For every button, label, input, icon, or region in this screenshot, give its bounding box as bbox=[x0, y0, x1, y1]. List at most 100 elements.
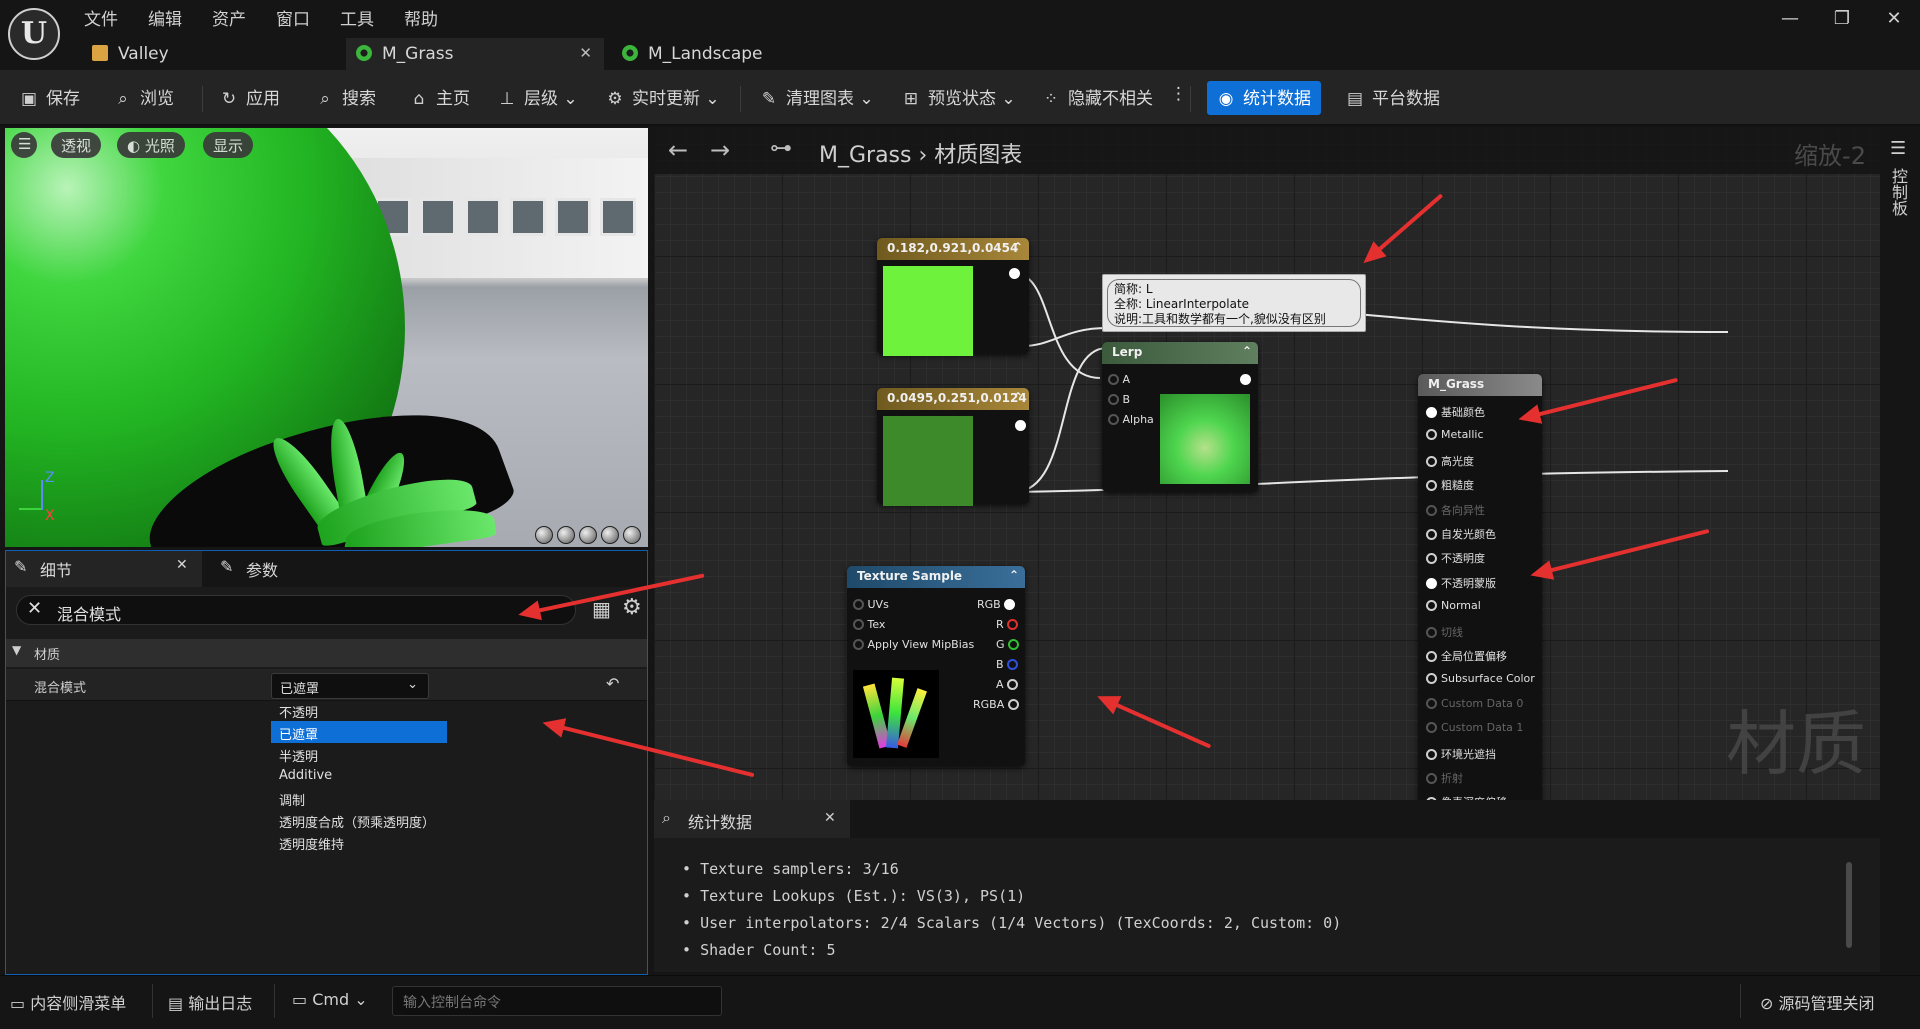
unreal-logo[interactable]: U bbox=[8, 8, 60, 60]
result-pin[interactable]: 基础颜色 bbox=[1426, 404, 1485, 420]
texture-sample-node[interactable]: Texture Sample ⌃ UVs Tex Apply View MipBi… bbox=[847, 566, 1025, 766]
stats-button[interactable]: ◉ 统计数据 bbox=[1207, 81, 1321, 115]
home-button[interactable]: ⌂ 主页 bbox=[408, 84, 470, 114]
pin-g[interactable]: G bbox=[996, 638, 1020, 651]
material-result-node[interactable]: M_Grass 基础颜色 Metallic 高光度 粗糙度 各向异性 自发光颜色 不透明度不… bbox=[1418, 374, 1542, 800]
pin-alpha[interactable]: Alpha bbox=[1108, 413, 1154, 426]
collapse-icon[interactable]: ⌃ bbox=[1013, 240, 1023, 254]
pin-a[interactable]: A bbox=[1108, 373, 1130, 386]
result-pin[interactable]: 不透明度 bbox=[1426, 550, 1485, 566]
result-pin[interactable]: Subsurface Color bbox=[1426, 672, 1535, 685]
close-window-button[interactable]: ✕ bbox=[1874, 8, 1914, 29]
pin-b[interactable]: B bbox=[996, 658, 1019, 671]
blend-option[interactable]: 调制 bbox=[271, 787, 451, 809]
console-command-input[interactable]: 输入控制台命令 bbox=[392, 986, 722, 1016]
show-button[interactable]: 显示 bbox=[203, 132, 254, 158]
pin-r[interactable]: R bbox=[996, 618, 1019, 631]
preview-state-button[interactable]: ⊞ 预览状态 ⌄ bbox=[900, 84, 1016, 114]
blend-option[interactable]: 半透明 bbox=[271, 743, 451, 765]
result-pin[interactable]: Custom Data 1 bbox=[1426, 721, 1523, 734]
pin-apply-view-mipbias[interactable]: Apply View MipBias bbox=[853, 638, 974, 651]
settings-gear-icon[interactable]: ⚙ bbox=[622, 595, 642, 620]
tab-m-landscape[interactable]: M_Landscape bbox=[612, 38, 872, 70]
pin-rgba[interactable]: RGBA bbox=[973, 698, 1019, 711]
pin-uvs[interactable]: UVs bbox=[853, 598, 889, 611]
close-tab-icon[interactable]: ✕ bbox=[579, 44, 592, 62]
blend-mode-select[interactable]: 已遮罩 ⌄ bbox=[271, 673, 429, 699]
close-tab-icon[interactable]: ✕ bbox=[824, 810, 836, 826]
clear-search-icon[interactable]: ✕ bbox=[27, 598, 42, 619]
perspective-button[interactable]: 透视 bbox=[51, 132, 102, 158]
viewport-menu-button[interactable]: ☰ bbox=[11, 132, 37, 158]
apply-button[interactable]: ↻ 应用 bbox=[218, 84, 280, 114]
pin-a[interactable]: A bbox=[996, 678, 1019, 691]
pin-tex[interactable]: Tex bbox=[853, 618, 885, 631]
stats-scrollbar[interactable] bbox=[1846, 862, 1852, 948]
menu-asset[interactable]: 资产 bbox=[212, 5, 246, 30]
preview-sphere-icon[interactable] bbox=[557, 526, 575, 544]
pin-b[interactable]: B bbox=[1108, 393, 1130, 406]
menu-window[interactable]: 窗口 bbox=[276, 5, 310, 30]
restore-button[interactable]: ❐ bbox=[1822, 8, 1862, 29]
result-pin[interactable]: Normal bbox=[1426, 599, 1481, 612]
preview-cube-icon[interactable] bbox=[601, 526, 619, 544]
result-pin[interactable]: 切线 bbox=[1426, 624, 1463, 640]
palette-list-icon[interactable]: ☰ bbox=[1890, 138, 1906, 159]
material-graph[interactable]: ← → ⊶ M_Grass › 材质图表 缩放-2 0.182,0.921,0.… bbox=[654, 128, 1880, 800]
result-pin[interactable]: 粗糙度 bbox=[1426, 477, 1474, 493]
menu-file[interactable]: 文件 bbox=[84, 5, 118, 30]
preview-mesh-icon[interactable] bbox=[623, 526, 641, 544]
result-pin[interactable]: 高光度 bbox=[1426, 453, 1474, 469]
more-options-button[interactable]: ⋮ bbox=[1170, 84, 1187, 114]
collapse-icon[interactable]: ⌃ bbox=[1013, 390, 1023, 404]
tab-stats[interactable]: ⌕ 统计数据 ✕ bbox=[654, 800, 850, 838]
preview-plane-icon[interactable] bbox=[579, 526, 597, 544]
menu-edit[interactable]: 编辑 bbox=[148, 5, 182, 30]
blend-option[interactable]: 不透明 bbox=[271, 699, 451, 721]
output-pin[interactable] bbox=[1240, 373, 1251, 386]
browse-button[interactable]: ⌕ 浏览 bbox=[112, 84, 174, 114]
save-button[interactable]: ▣ 保存 bbox=[18, 84, 80, 114]
collapse-icon[interactable]: ⌃ bbox=[1009, 568, 1019, 582]
lerp-node[interactable]: Lerp ⌃ A B Alpha bbox=[1102, 342, 1258, 492]
source-control-button[interactable]: ⊘ 源码管理关闭 bbox=[1760, 990, 1875, 1014]
output-pin[interactable] bbox=[1015, 419, 1026, 432]
constant3-node-2[interactable]: 0.0495,0.251,0.0124 ⌃ bbox=[877, 388, 1029, 506]
category-material[interactable]: ▼ 材质 bbox=[6, 639, 647, 667]
result-pin[interactable]: Custom Data 0 bbox=[1426, 697, 1523, 710]
palette-tab[interactable]: 控制板 bbox=[1889, 168, 1910, 216]
menu-help[interactable]: 帮助 bbox=[404, 5, 438, 30]
tab-m-grass[interactable]: M_Grass ✕ bbox=[346, 38, 604, 70]
collapse-icon[interactable]: ⌃ bbox=[1242, 344, 1252, 358]
result-pin[interactable]: 不透明蒙版 bbox=[1426, 575, 1496, 591]
tab-parameters[interactable]: ✎ 参数 bbox=[214, 551, 334, 587]
output-log-button[interactable]: ▤ 输出日志 bbox=[168, 990, 252, 1014]
menu-tools[interactable]: 工具 bbox=[340, 5, 374, 30]
content-drawer-button[interactable]: ▭ 内容侧滑菜单 bbox=[10, 990, 126, 1014]
blend-option-selected[interactable]: 已遮罩 bbox=[271, 721, 447, 743]
blend-option[interactable]: 透明度维持 bbox=[271, 831, 451, 853]
result-pin[interactable]: 全局位置偏移 bbox=[1426, 648, 1507, 664]
hide-unrelated-button[interactable]: ⁘ 隐藏不相关 bbox=[1040, 84, 1153, 114]
output-pin[interactable] bbox=[1009, 267, 1020, 280]
cmd-dropdown[interactable]: ▭ Cmd ⌄ bbox=[292, 990, 368, 1009]
platform-stats-button[interactable]: ▤ 平台数据 bbox=[1344, 84, 1440, 114]
live-update-button[interactable]: ⚙ 实时更新 ⌄ bbox=[604, 84, 719, 114]
minimize-button[interactable]: — bbox=[1770, 8, 1810, 29]
clean-graph-button[interactable]: ✎ 清理图表 ⌄ bbox=[758, 84, 874, 114]
result-pin[interactable]: 折射 bbox=[1426, 770, 1463, 786]
blend-option[interactable]: Additive bbox=[271, 765, 451, 787]
preview-cylinder-icon[interactable] bbox=[535, 526, 553, 544]
tab-details[interactable]: ✎ 细节 ✕ bbox=[6, 551, 202, 587]
hierarchy-button[interactable]: ⊥ 层级 ⌄ bbox=[496, 84, 578, 114]
constant3-node-1[interactable]: 0.182,0.921,0.0454 ⌃ bbox=[877, 238, 1029, 356]
lit-button[interactable]: ◐ 光照 bbox=[117, 132, 185, 158]
blend-option[interactable]: 透明度合成（预乘透明度） bbox=[271, 809, 471, 831]
reset-to-default-icon[interactable]: ↶ bbox=[606, 674, 619, 693]
close-tab-icon[interactable]: ✕ bbox=[176, 557, 188, 573]
preview-viewport[interactable]: ☰ 透视 ◐ 光照 显示 Z X bbox=[5, 128, 648, 547]
search-button[interactable]: ⌕ 搜索 bbox=[314, 84, 376, 114]
result-pin[interactable]: 环境光遮挡 bbox=[1426, 746, 1496, 762]
result-pin[interactable]: 自发光颜色 bbox=[1426, 526, 1496, 542]
details-search-input[interactable]: ✕ 混合模式 bbox=[16, 595, 576, 625]
